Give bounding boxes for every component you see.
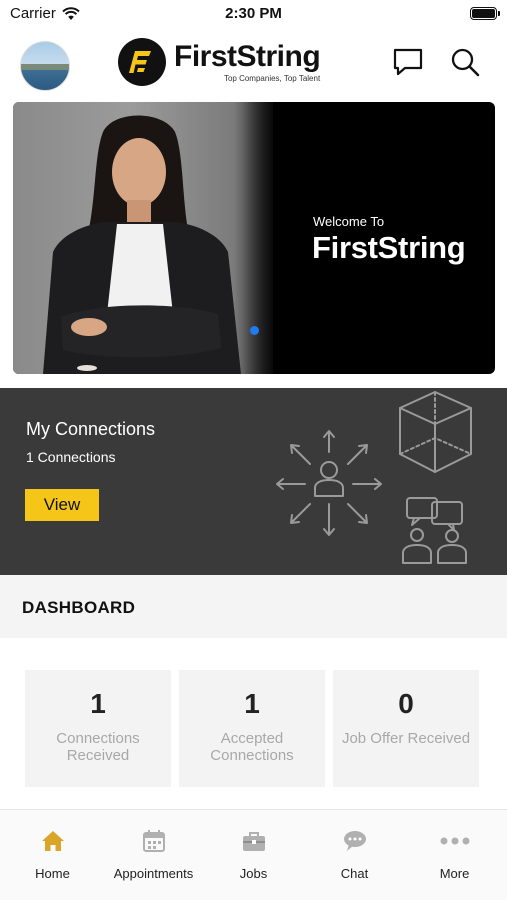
stat-value: 0 bbox=[398, 688, 414, 719]
stat-value: 1 bbox=[244, 688, 260, 719]
tab-more[interactable]: More bbox=[404, 810, 505, 900]
banner-welcome-text: Welcome To bbox=[313, 214, 385, 229]
carousel-indicator-dot[interactable] bbox=[250, 326, 259, 335]
briefcase-icon bbox=[242, 832, 265, 851]
tab-label: Appointments bbox=[113, 866, 194, 881]
stat-card-job-offer-received[interactable]: 0 Job Offer Received bbox=[333, 670, 479, 787]
chat-bubble-icon bbox=[343, 831, 366, 851]
welcome-banner[interactable]: Welcome To FirstString bbox=[13, 102, 495, 374]
banner-title: FirstString bbox=[312, 230, 466, 265]
dashboard-header: DASHBOARD bbox=[0, 575, 507, 638]
status-bar: Carrier 2:30 PM bbox=[0, 0, 507, 28]
battery-icon bbox=[470, 7, 500, 20]
messages-icon[interactable] bbox=[392, 47, 424, 77]
home-icon bbox=[41, 831, 64, 851]
tab-label: Chat bbox=[340, 866, 369, 881]
dashboard-title: DASHBOARD bbox=[22, 598, 136, 617]
stat-label: Job Offer Received bbox=[341, 730, 471, 747]
logo-mark-icon bbox=[118, 38, 166, 86]
connections-count: 1 Connections bbox=[26, 449, 116, 465]
calendar-icon bbox=[142, 830, 165, 852]
app-logo: FirstString Top Companies, Top Talent bbox=[118, 38, 321, 86]
tab-label: Jobs bbox=[239, 866, 268, 881]
logo-tagline: Top Companies, Top Talent bbox=[223, 73, 321, 83]
search-icon[interactable] bbox=[450, 47, 480, 77]
stat-card-connections-received[interactable]: 1 Connections Received bbox=[25, 670, 171, 787]
connections-card: My Connections 1 Connections View bbox=[0, 388, 507, 575]
tab-appointments[interactable]: Appointments bbox=[103, 810, 204, 900]
stat-card-accepted-connections[interactable]: 1 Accepted Connections bbox=[179, 670, 325, 787]
app-header: FirstString Top Companies, Top Talent bbox=[0, 28, 507, 100]
profile-avatar[interactable] bbox=[20, 41, 70, 91]
tab-label: More bbox=[439, 866, 470, 881]
banner-photo bbox=[13, 102, 273, 374]
tab-home[interactable]: Home bbox=[2, 810, 103, 900]
tab-jobs[interactable]: Jobs bbox=[203, 810, 304, 900]
bottom-tab-bar: Home Appointments Jobs Chat More bbox=[0, 809, 507, 900]
tab-chat[interactable]: Chat bbox=[304, 810, 405, 900]
stat-label: Accepted Connections bbox=[210, 730, 294, 764]
view-connections-button[interactable]: View bbox=[25, 489, 99, 521]
tab-label: Home bbox=[35, 866, 70, 881]
more-dots-icon bbox=[440, 837, 469, 845]
network-illustration-icon bbox=[276, 391, 472, 564]
logo-name: FirstString bbox=[174, 39, 321, 73]
connections-title: My Connections bbox=[26, 419, 156, 439]
status-time: 2:30 PM bbox=[225, 5, 282, 22]
stat-label: Connections Received bbox=[56, 730, 140, 764]
stat-value: 1 bbox=[90, 688, 106, 719]
